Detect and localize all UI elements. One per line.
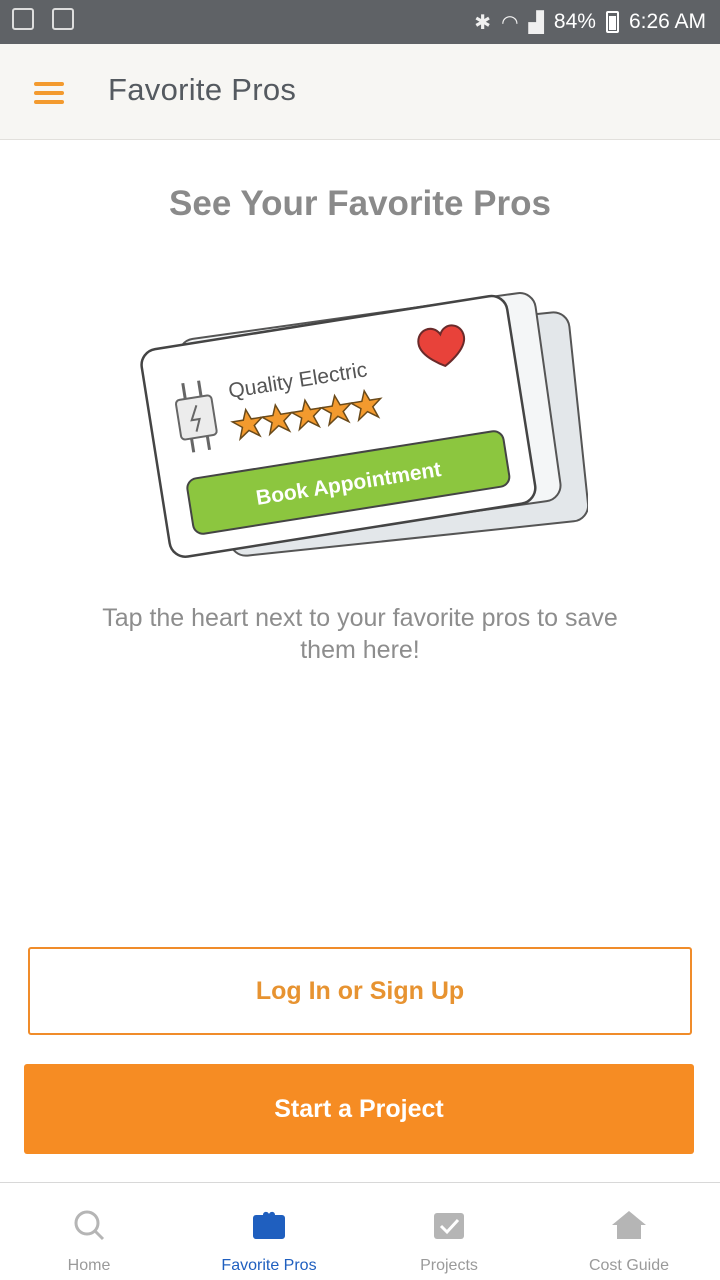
projects-check-icon [429, 1205, 469, 1245]
screenshot-icon [52, 8, 74, 30]
nav-label-projects: Projects [420, 1257, 478, 1274]
status-bar: ✱ ◠ ▟ 84% 6:26 AM [0, 0, 720, 44]
nav-item-home[interactable]: Home [14, 1183, 164, 1280]
nav-item-projects[interactable]: Projects [374, 1183, 524, 1280]
start-project-button[interactable]: Start a Project [24, 1064, 694, 1154]
signal-icon: ▟ [528, 11, 544, 34]
bluetooth-icon: ✱ [474, 11, 492, 34]
page-title: Favorite Pros [108, 72, 297, 107]
favorite-pros-icon [249, 1205, 289, 1245]
battery-icon [605, 11, 619, 33]
nav-item-favorite-pros[interactable]: Favorite Pros [194, 1183, 344, 1280]
nav-item-cost-guide[interactable]: Cost Guide [554, 1183, 704, 1280]
bottom-navigation: Home Favorite Pros Projects Cost Guide [0, 1182, 720, 1280]
empty-state-message: Tap the heart next to your favorite pros… [102, 604, 618, 664]
wifi-icon: ◠ [501, 11, 519, 34]
battery-percent: 84% [553, 10, 596, 33]
section-title: See Your Favorite Pros [169, 184, 551, 223]
notification-icon [12, 8, 34, 30]
favorite-pros-illustration: Quality Electric Book Appointment [140, 292, 588, 558]
nav-label-home: Home [67, 1257, 111, 1274]
nav-label-favorite-pros: Favorite Pros [221, 1257, 317, 1274]
nav-label-cost-guide: Cost Guide [588, 1257, 670, 1274]
hamburger-menu-icon[interactable] [30, 78, 68, 108]
status-left-icons [12, 8, 74, 30]
cost-guide-house-icon [609, 1205, 649, 1245]
clock: 6:26 AM [628, 10, 706, 33]
home-search-icon [69, 1205, 109, 1245]
app-header: Favorite Pros [0, 44, 720, 140]
login-signup-button[interactable]: Log In or Sign Up [28, 947, 692, 1035]
